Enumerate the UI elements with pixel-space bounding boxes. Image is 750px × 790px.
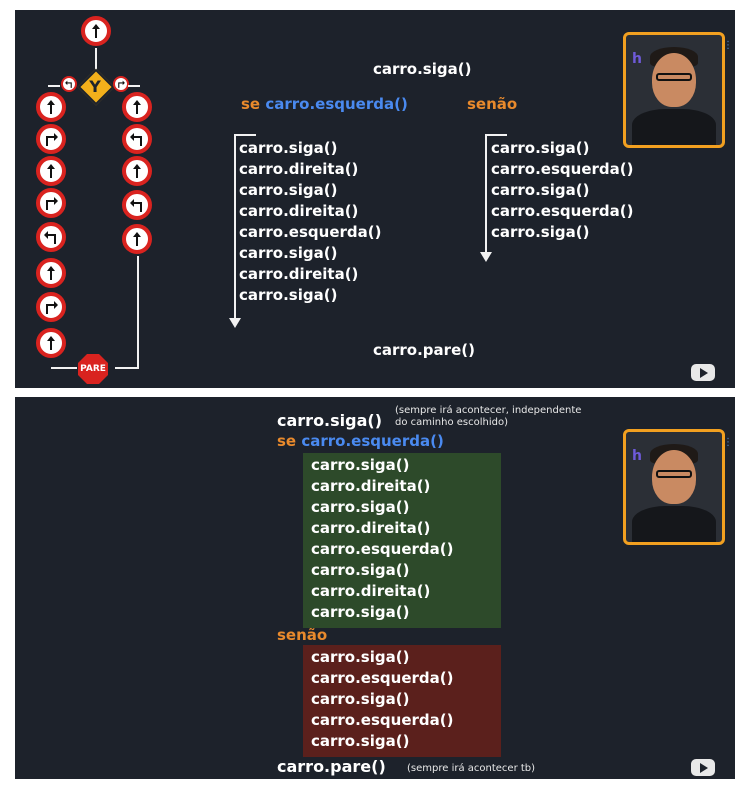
presenter-webcam: h t: [623, 429, 725, 545]
if-condition: carro.esquerda(): [265, 95, 408, 113]
code-line: carro.siga(): [491, 139, 590, 157]
left-turn-icon: [122, 124, 152, 154]
code-line: carro.siga(): [311, 456, 410, 474]
code-top-call: carro.siga(): [373, 60, 472, 78]
code-line: carro.siga(): [239, 286, 338, 304]
decor-dots: ⋮: [723, 437, 733, 448]
code-line: carro.direita(): [239, 265, 359, 283]
if-keyword: se: [241, 95, 261, 113]
path-line: [48, 85, 60, 87]
right-turn-icon: [36, 292, 66, 322]
slide-diagram: Y PARE carro.siga() se carro.esquerda() …: [15, 10, 735, 388]
code-line: carro.siga(): [311, 732, 410, 750]
code-line: carro.esquerda(): [491, 202, 634, 220]
straight-arrow-icon: [122, 224, 152, 254]
stop-sign-icon: PARE: [78, 354, 108, 384]
right-branch-list: carro.siga() carro.esquerda() carro.siga…: [491, 138, 633, 243]
slide-code-blocks: carro.siga() (sempre irá acontecer, inde…: [15, 397, 735, 779]
straight-arrow-icon: [36, 156, 66, 186]
presenter-webcam: h t: [623, 32, 725, 148]
top-note-line: do caminho escolhido): [395, 417, 509, 428]
presenter-shirt: [632, 109, 716, 145]
right-turn-icon: [36, 124, 66, 154]
right-turn-icon: [36, 188, 66, 218]
code-top-call: carro.siga(): [277, 411, 383, 430]
arrow-down-icon: [480, 252, 492, 262]
code-line: carro.esquerda(): [491, 160, 634, 178]
left-turn-icon: [61, 76, 77, 92]
presenter-glasses: [656, 73, 692, 81]
path-line: [115, 367, 139, 369]
decor-dots: ⋮: [723, 40, 733, 51]
code-line: carro.siga(): [311, 498, 410, 516]
code-line: carro.direita(): [239, 160, 359, 178]
code-bottom-call: carro.pare(): [277, 757, 386, 776]
bottom-note: (sempre irá acontecer tb): [407, 763, 536, 774]
path-line: [137, 256, 139, 368]
if-statement: se carro.esquerda(): [241, 94, 408, 114]
path-line: [51, 367, 77, 369]
youtube-icon[interactable]: [691, 759, 715, 776]
straight-arrow-icon: [36, 92, 66, 122]
straight-arrow-icon: [122, 156, 152, 186]
code-line: carro.direita(): [311, 519, 431, 537]
presenter-shirt: [632, 506, 716, 542]
straight-arrow-icon: [36, 258, 66, 288]
path-line: [128, 85, 140, 87]
if-statement: se carro.esquerda(): [277, 431, 444, 451]
else-block-list: carro.siga() carro.esquerda() carro.siga…: [311, 647, 453, 752]
branch-line: [234, 134, 256, 136]
if-keyword: se: [277, 432, 297, 450]
code-line: carro.siga(): [311, 603, 410, 621]
straight-arrow-icon: [81, 16, 111, 46]
code-line: carro.esquerda(): [311, 669, 454, 687]
left-branch-list: carro.siga() carro.direita() carro.siga(…: [239, 138, 381, 306]
code-line: carro.siga(): [239, 244, 338, 262]
code-line: carro.siga(): [491, 181, 590, 199]
code-line: carro.direita(): [311, 477, 431, 495]
top-note: (sempre irá acontecer, independente do c…: [395, 405, 581, 429]
code-line: carro.esquerda(): [311, 540, 454, 558]
stop-sign-label: PARE: [80, 364, 106, 374]
code-line: carro.siga(): [311, 648, 410, 666]
code-bottom-call: carro.pare(): [373, 341, 475, 359]
branch-line: [485, 134, 487, 254]
if-condition: carro.esquerda(): [301, 432, 444, 450]
code-line: carro.direita(): [311, 582, 431, 600]
left-turn-icon: [36, 222, 66, 252]
else-keyword: senão: [467, 95, 518, 113]
branch-line: [234, 134, 236, 320]
else-keyword: senão: [277, 626, 328, 644]
arrow-down-icon: [229, 318, 241, 328]
straight-arrow-icon: [122, 92, 152, 122]
fork-symbol: Y: [89, 76, 101, 96]
branch-line: [485, 134, 507, 136]
right-turn-icon: [113, 76, 129, 92]
code-line: carro.esquerda(): [311, 711, 454, 729]
code-line: carro.siga(): [311, 561, 410, 579]
youtube-icon[interactable]: [691, 364, 715, 381]
code-line: carro.siga(): [239, 181, 338, 199]
code-line: carro.direita(): [239, 202, 359, 220]
code-line: carro.siga(): [491, 223, 590, 241]
presenter-glasses: [656, 470, 692, 478]
code-line: carro.siga(): [311, 690, 410, 708]
code-line: carro.siga(): [239, 139, 338, 157]
code-line: carro.esquerda(): [239, 223, 382, 241]
left-turn-icon: [122, 190, 152, 220]
straight-arrow-icon: [36, 328, 66, 358]
top-note-line: (sempre irá acontecer, independente: [395, 405, 582, 416]
if-block-list: carro.siga() carro.direita() carro.siga(…: [311, 455, 453, 623]
